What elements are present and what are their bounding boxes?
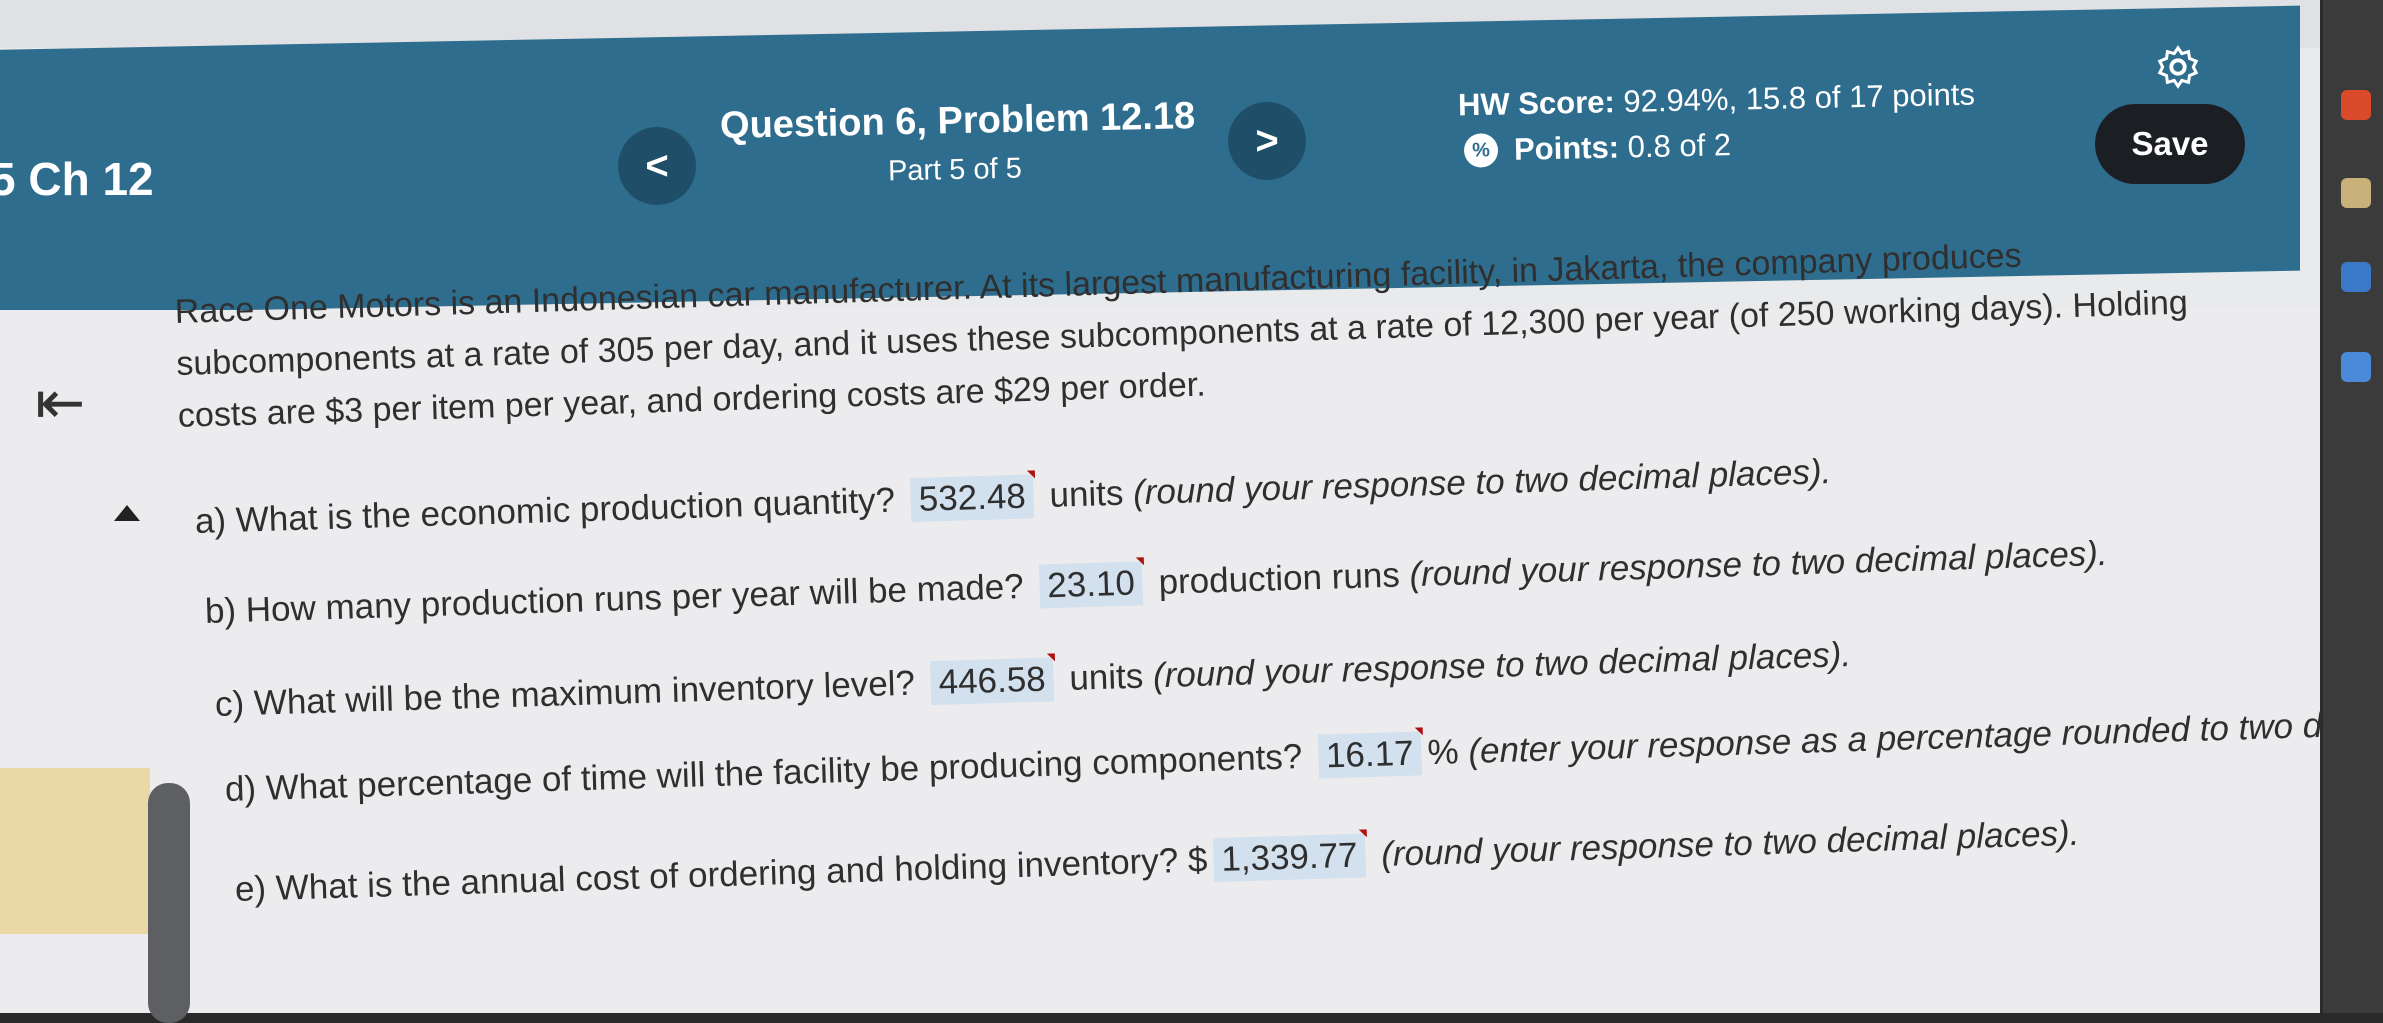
side-panel-tab (0, 768, 150, 934)
app-icon[interactable] (2341, 178, 2371, 208)
chevron-left-icon: < (645, 143, 669, 188)
points: % Points: 0.8 of 2 (1463, 127, 1732, 169)
points-label: Points: (1513, 129, 1620, 167)
chevron-right-icon: > (1255, 118, 1279, 163)
info-app-icon[interactable] (2341, 352, 2371, 382)
arrow-app-icon[interactable] (2341, 262, 2371, 292)
hw-score-label: HW Score: (1457, 84, 1616, 123)
answer-b-field[interactable]: 23.10 (1038, 561, 1144, 609)
answer-e-field[interactable]: 1,339.77 (1212, 833, 1367, 883)
partial-credit-icon: % (1463, 133, 1499, 168)
points-value: 0.8 of 2 (1627, 127, 1732, 165)
question-part: Part 5 of 5 (887, 152, 1023, 188)
gear-icon[interactable] (2155, 44, 2201, 90)
collapse-left-icon[interactable]: ⇤ (35, 368, 85, 438)
previous-question-button[interactable]: < (618, 127, 696, 205)
toolbox-icon[interactable] (2341, 90, 2371, 120)
right-dock (2323, 0, 2383, 1013)
next-question-button[interactable]: > (1228, 102, 1306, 180)
save-button[interactable]: Save (2095, 104, 2245, 184)
screen: 5 Ch 12 < Question 6, Problem 12.18 Part… (0, 0, 2383, 1023)
triangle-up-icon[interactable] (114, 505, 140, 521)
scrollbar[interactable] (148, 783, 190, 1023)
hw-score-value: 92.94%, 15.8 of 17 points (1623, 76, 1976, 119)
answer-c-field[interactable]: 446.58 (929, 657, 1055, 706)
course-title: 5 Ch 12 (0, 153, 154, 205)
answer-d-field[interactable]: 16.17 (1317, 731, 1423, 779)
answer-a-field[interactable]: 532.48 (910, 474, 1035, 523)
